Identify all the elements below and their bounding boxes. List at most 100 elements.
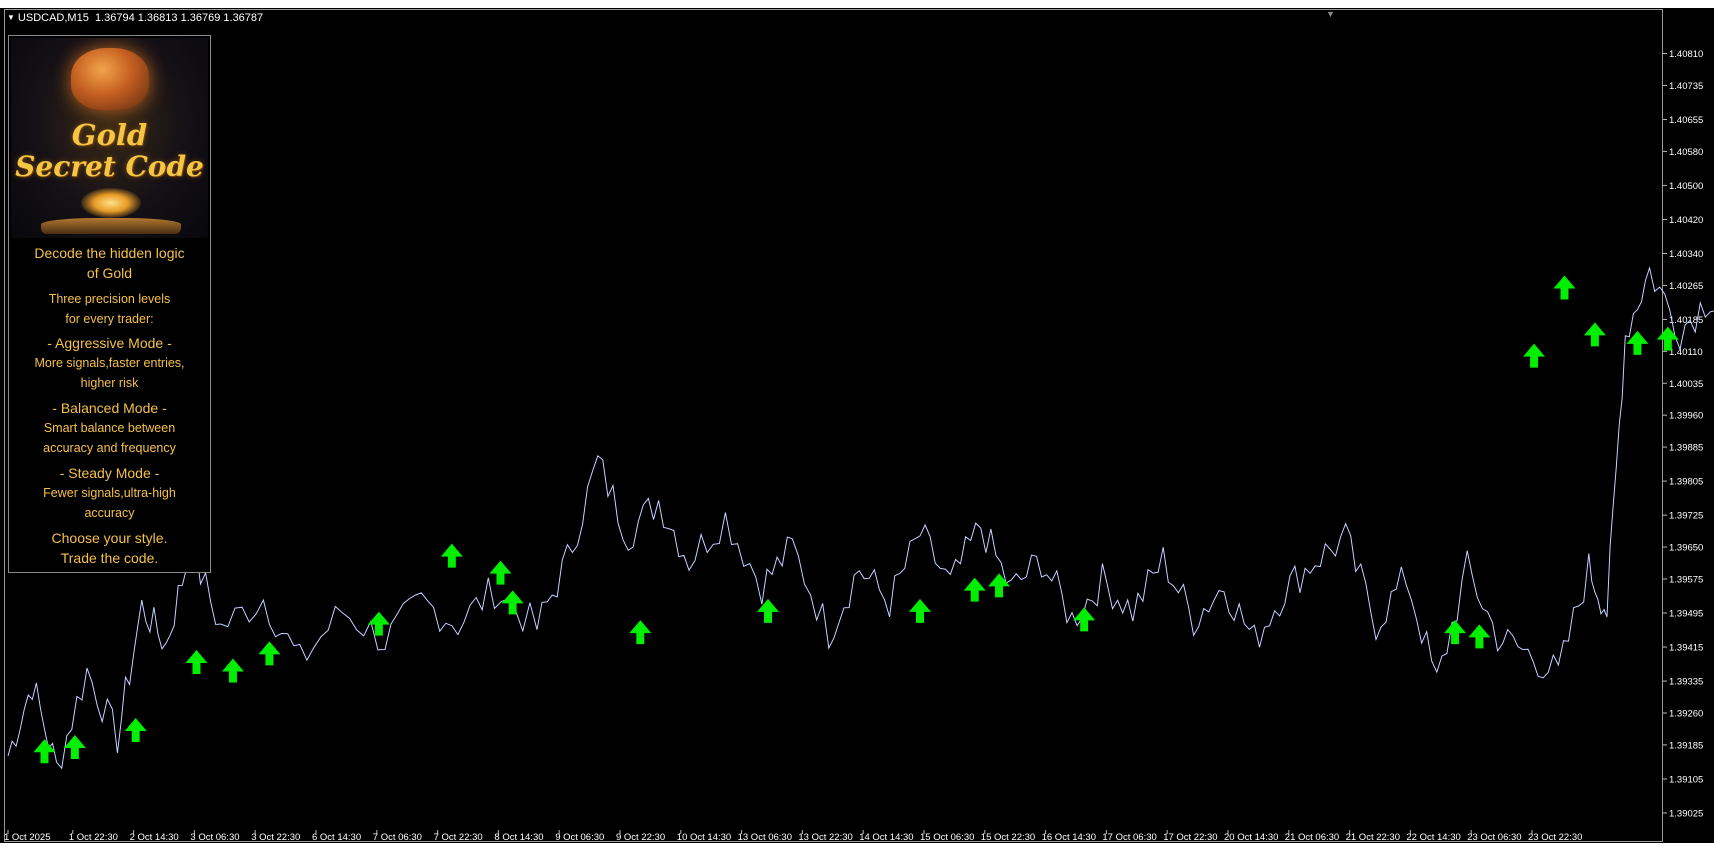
y-tick-label: 1.39885 [1669,443,1703,454]
chart-shift-marker-icon[interactable]: ▼ [1326,9,1335,19]
chevron-down-icon[interactable]: ▼ [7,13,15,22]
buy-arrow-icon [63,735,86,760]
symbol-quote-text: USDCAD,M15 1.36794 1.36813 1.36769 1.367… [17,12,264,24]
promo-cta: Choose your style. [51,530,168,546]
price-line [7,266,1714,770]
y-tick-label: 1.40420 [1669,215,1703,226]
promo-cta: Trade the code. [60,550,159,566]
x-tick-label: 14 Oct 14:30 [859,832,913,843]
x-tick-label: 23 Oct 22:30 [1528,832,1582,843]
x-tick-label: 7 Oct 22:30 [434,832,483,843]
y-tick-label: 1.39650 [1669,543,1703,554]
mode-desc: More signals,faster entries, [34,356,185,370]
x-tick-label: 13 Oct 22:30 [798,832,852,843]
y-tick-label: 1.39805 [1669,477,1703,488]
y-tick-label: 1.40735 [1669,81,1703,92]
buy-arrow-icon [1583,322,1606,347]
price-scale: 1.40810 1.40735 1.40655 1.40580 1.40500 1.404… [1663,49,1703,819]
y-tick-label: 1.40110 [1669,347,1703,358]
mode-title-aggressive: - Aggressive Mode - [47,335,172,351]
x-tick-label: 21 Oct 06:30 [1285,832,1339,843]
buy-arrow-icon [185,649,208,674]
buy-arrow-icon [258,641,281,666]
buy-arrow-icon [1444,620,1467,645]
promo-headline: of Gold [86,265,133,281]
x-tick-label: 21 Oct 22:30 [1346,832,1400,843]
y-tick-label: 1.39335 [1669,677,1703,688]
y-tick-label: 1.40580 [1669,147,1703,158]
x-tick-label: 1 Oct 22:30 [69,832,118,843]
y-tick-label: 1.40500 [1669,181,1703,192]
buy-arrow-icon [489,560,512,585]
buy-arrow-icon [1073,607,1096,632]
buy-arrow-icon [124,718,147,743]
buy-arrow-icon [440,543,463,568]
y-tick-label: 1.40810 [1669,49,1703,60]
y-tick-label: 1.39025 [1669,808,1703,819]
buy-arrow-icon [501,590,524,615]
buy-arrow-icon [629,620,652,645]
x-tick-label: 6 Oct 14:30 [312,832,361,843]
mode-desc: Smart balance between [43,421,176,435]
buy-arrow-icon [1553,275,1576,300]
y-tick-label: 1.39185 [1669,740,1703,751]
x-tick-label: 15 Oct 22:30 [981,832,1035,843]
x-tick-label: 23 Oct 06:30 [1467,832,1521,843]
time-scale: 1 Oct 2025 1 Oct 22:30 2 Oct 14:30 3 Oct 06… [4,830,1582,843]
mode-title-steady: - Steady Mode - [59,465,160,481]
buy-arrow-icon [1523,343,1546,368]
buy-arrow-icon [909,598,931,623]
y-tick-label: 1.39105 [1669,774,1703,785]
buy-arrow-icon [963,577,986,602]
x-tick-label: 7 Oct 06:30 [373,832,422,843]
book-icon [41,218,181,234]
x-tick-label: 3 Oct 06:30 [190,832,239,843]
promo-headline: Decode the hidden logic [34,245,185,261]
promo-text: Three precision levels [48,292,171,306]
buy-arrow-icon [757,598,779,623]
promo-panel: Gold Secret Code Decode the hidden logic… [8,35,211,573]
y-tick-label: 1.39260 [1669,708,1703,719]
buy-arrow-icon [1468,624,1491,649]
mode-title-balanced: - Balanced Mode - [52,400,167,416]
x-tick-label: 22 Oct 14:30 [1406,832,1460,843]
x-tick-label: 17 Oct 22:30 [1163,832,1217,843]
y-tick-label: 1.40035 [1669,379,1703,390]
x-tick-label: 9 Oct 06:30 [555,832,604,843]
logo-title-line2: Secret Code [15,150,204,183]
buy-arrow-icon [221,658,244,683]
y-tick-label: 1.40265 [1669,281,1703,292]
x-tick-label: 9 Oct 22:30 [616,832,665,843]
x-tick-label: 17 Oct 06:30 [1102,832,1156,843]
promo-text: for every trader: [65,312,154,326]
symbol-header[interactable]: ▼ USDCAD,M15 1.36794 1.36813 1.36769 1.36… [7,12,263,24]
x-tick-label: 2 Oct 14:30 [130,832,179,843]
x-tick-label: 20 Oct 14:30 [1224,832,1278,843]
mode-desc: accuracy and frequency [43,441,176,455]
buy-arrow-icon [33,739,56,764]
x-tick-label: 8 Oct 14:30 [494,832,543,843]
price-chart[interactable]: 1.40810 1.40735 1.40655 1.40580 1.40500 1.404… [0,0,1714,851]
y-tick-label: 1.39575 [1669,574,1703,585]
buy-signals [33,275,1679,764]
x-tick-label: 13 Oct 06:30 [738,832,792,843]
promo-image: Gold Secret Code [11,38,208,238]
x-tick-label: 16 Oct 14:30 [1042,832,1096,843]
x-tick-label: 3 Oct 22:30 [251,832,300,843]
y-tick-label: 1.39415 [1669,643,1703,654]
light-glow [81,188,141,218]
price-line-highlight [7,266,1714,769]
x-tick-label: 10 Oct 14:30 [677,832,731,843]
buy-arrow-icon [367,611,390,636]
mode-desc: higher risk [80,376,139,390]
mode-desc: accuracy [84,506,135,520]
logo-title-line1: Gold [71,118,148,152]
buy-arrow-icon [988,573,1011,598]
x-tick-label: 15 Oct 06:30 [920,832,974,843]
y-tick-label: 1.40340 [1669,249,1703,260]
mode-desc: Fewer signals,ultra-high [43,486,176,500]
y-tick-label: 1.39725 [1669,511,1703,522]
y-tick-label: 1.39495 [1669,609,1703,620]
price-series [7,266,1714,770]
y-tick-label: 1.39960 [1669,411,1703,422]
